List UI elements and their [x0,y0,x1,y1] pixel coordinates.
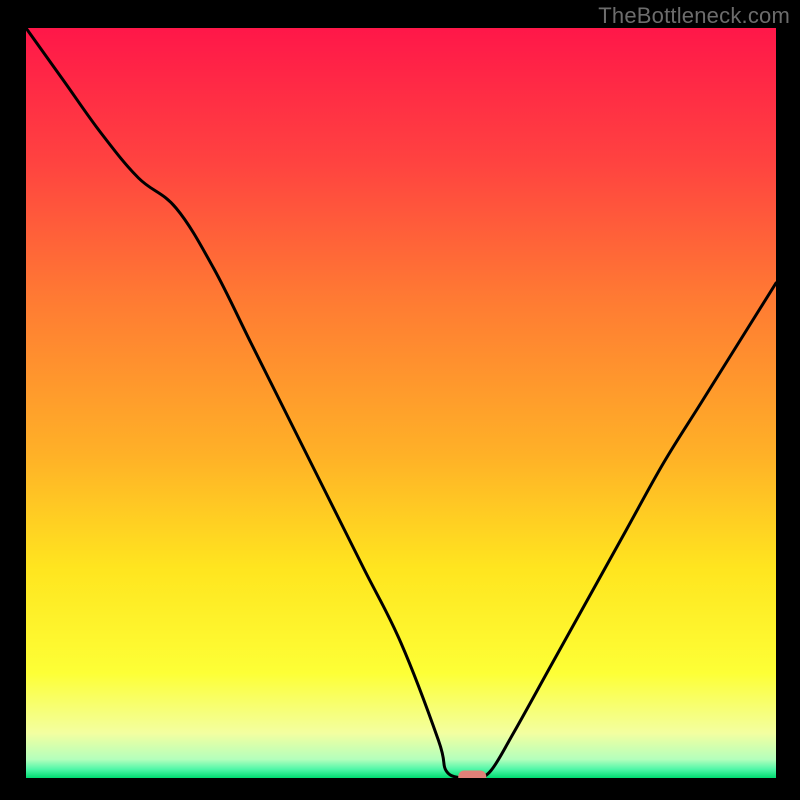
chart-frame: TheBottleneck.com [0,0,800,800]
optimal-marker [458,771,486,779]
bottleneck-chart [26,28,776,778]
watermark-text: TheBottleneck.com [598,3,790,29]
plot-background [26,28,776,778]
